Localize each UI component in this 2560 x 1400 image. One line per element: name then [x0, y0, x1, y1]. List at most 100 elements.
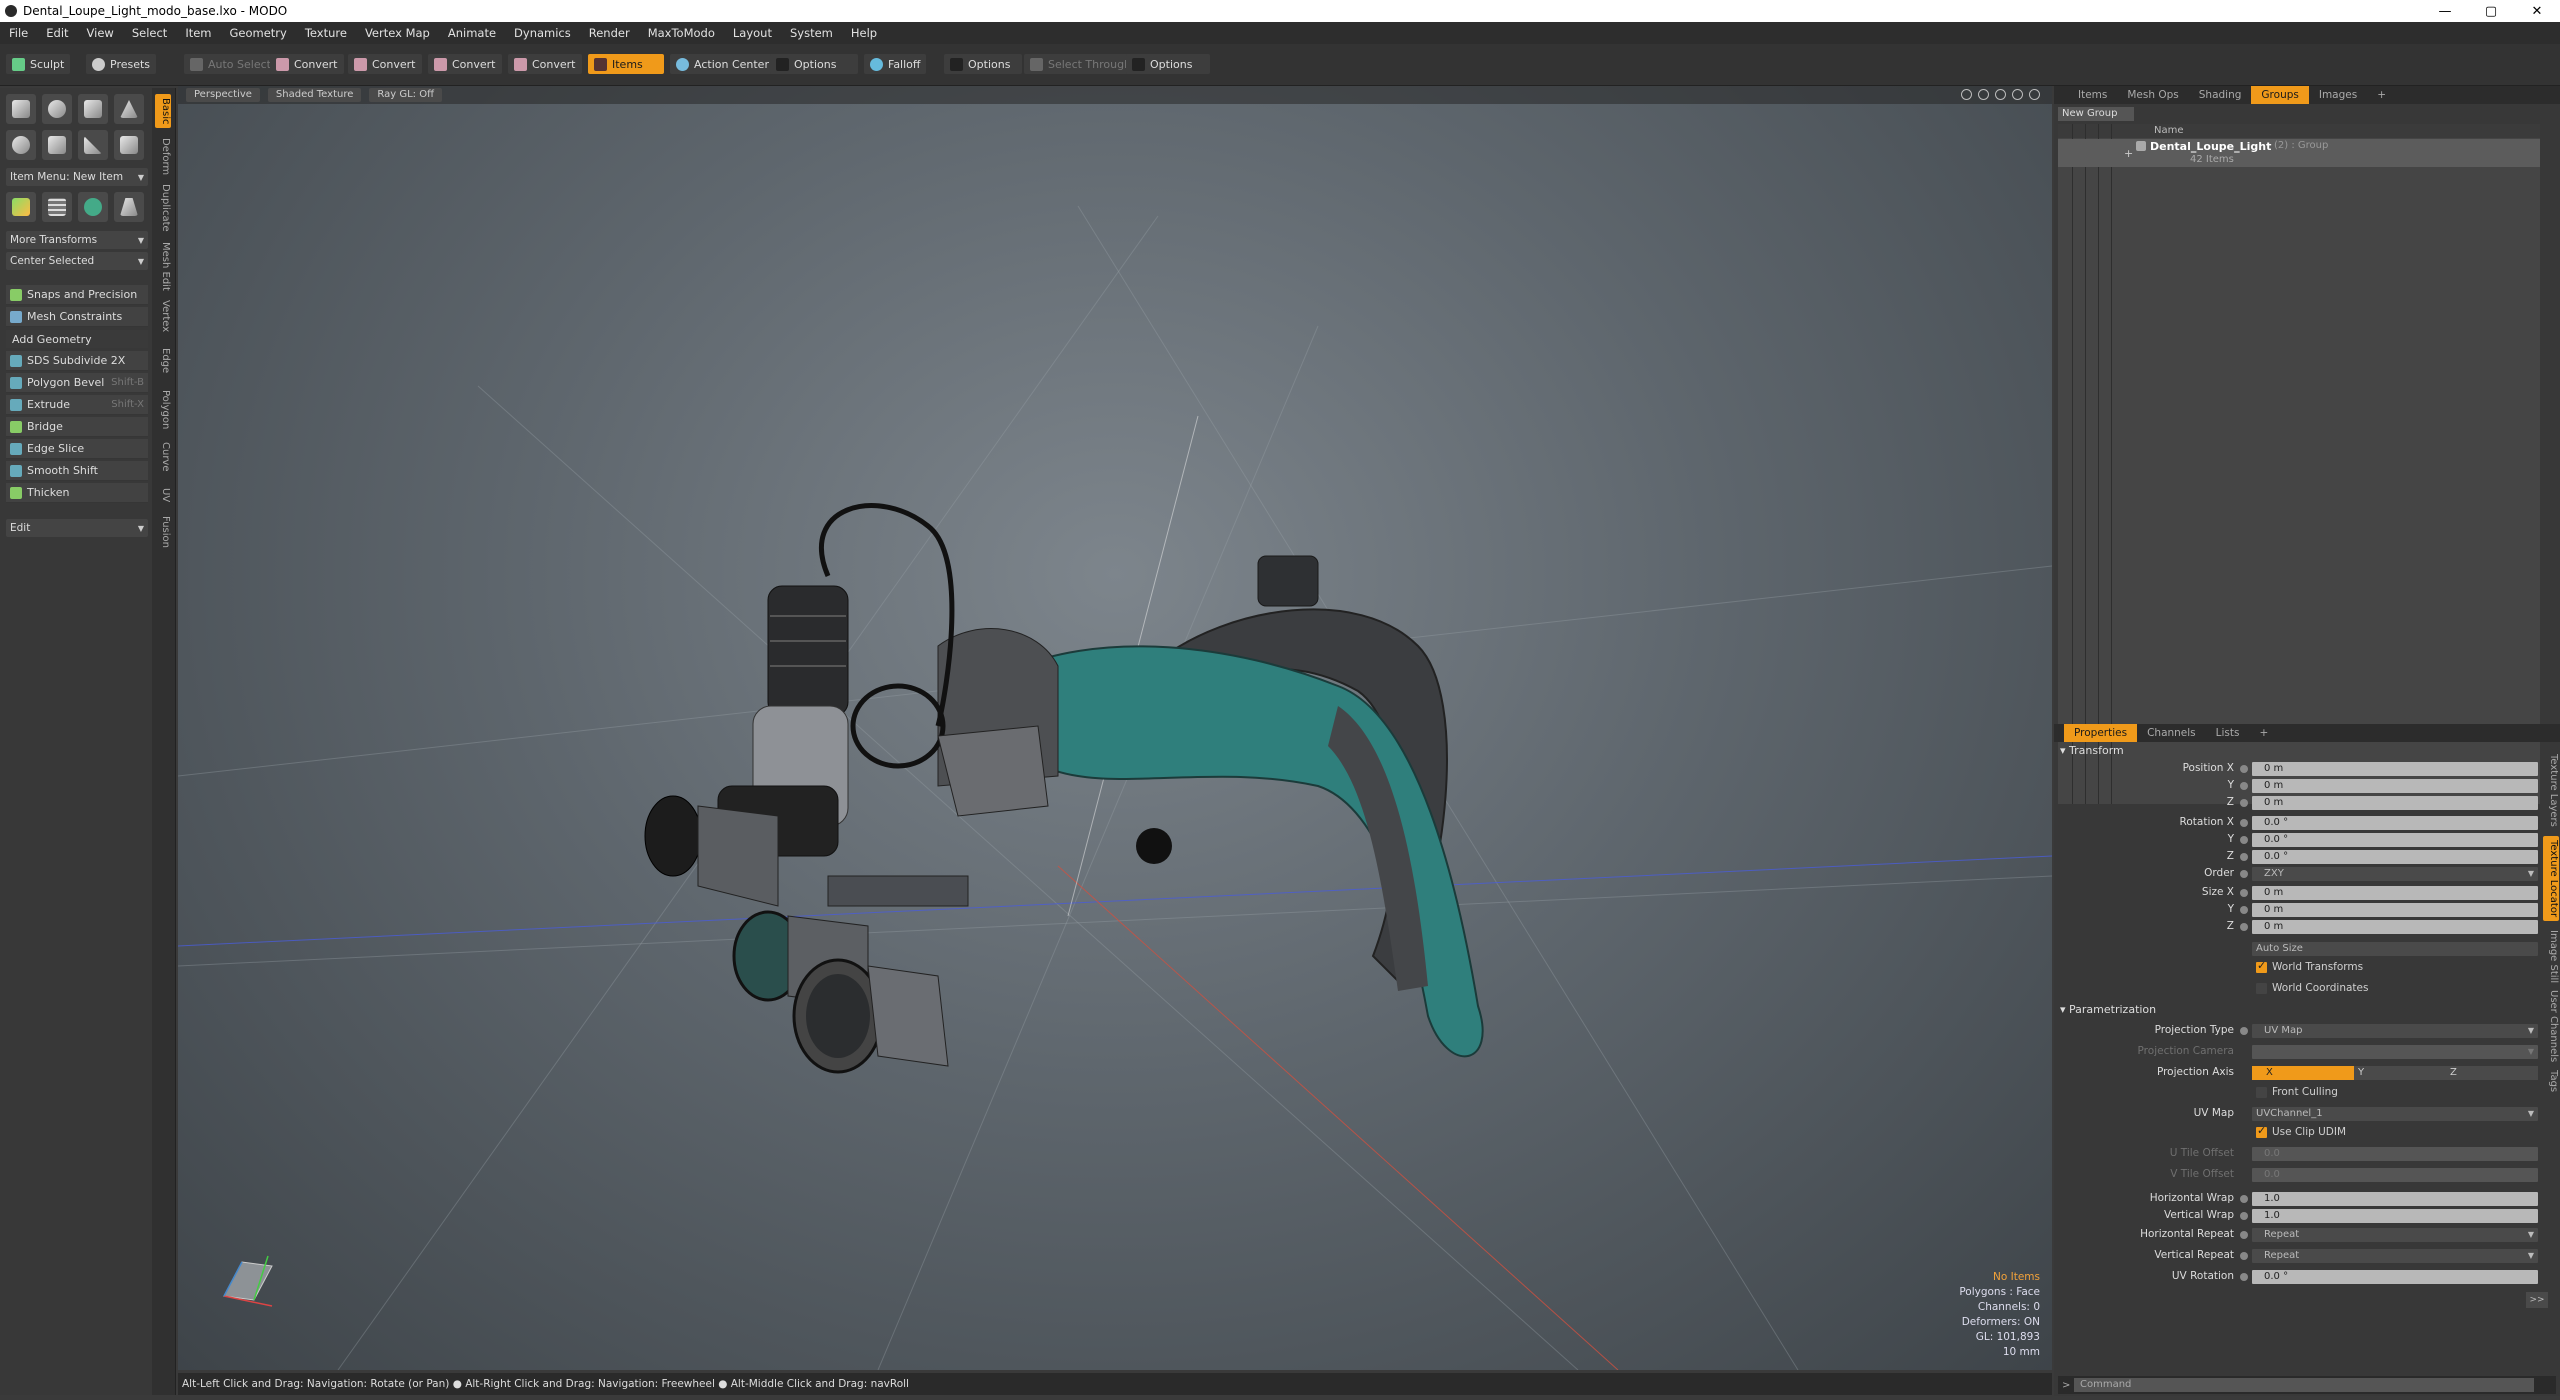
auto-size-button[interactable]: Auto Size — [2252, 942, 2538, 956]
sculpt-button[interactable]: Sculpt — [6, 54, 71, 74]
tab-mesh-ops[interactable]: Mesh Ops — [2117, 86, 2188, 104]
falloff-button[interactable]: Falloff — [864, 54, 927, 74]
capsule-tool-button[interactable] — [42, 130, 72, 160]
tab-uv[interactable]: UV — [155, 484, 171, 506]
expand-icon[interactable]: + — [2124, 147, 2133, 160]
sphere-tool-button[interactable] — [42, 94, 72, 124]
cylinder-tool-button[interactable] — [78, 94, 108, 124]
center-selected-dropdown[interactable]: Center Selected ▼ — [6, 252, 148, 270]
menu-file[interactable]: File — [0, 26, 37, 40]
convert-button-4[interactable]: Convert — [508, 54, 582, 74]
tab-shading[interactable]: Shading — [2189, 86, 2252, 104]
close-button[interactable]: ✕ — [2514, 4, 2560, 19]
tab-fusion[interactable]: Fusion — [155, 512, 171, 552]
menu-texture[interactable]: Texture — [296, 26, 356, 40]
horizontal-repeat-dropdown[interactable]: Repeat ▼ — [2240, 1228, 2538, 1242]
parametrization-section[interactable]: ▾ Parametrization — [2060, 1003, 2156, 1016]
3d-viewport[interactable]: Perspective Shaded Texture Ray GL: Off N… — [178, 86, 2052, 1370]
item-menu-dropdown[interactable]: Item Menu: New Item ▼ — [6, 168, 148, 186]
rotation-x-field[interactable]: 0.0 ° — [2240, 816, 2538, 830]
menu-edit[interactable]: Edit — [37, 26, 77, 40]
add-geometry-section[interactable]: Add Geometry — [6, 330, 148, 348]
transform-tool-button[interactable] — [6, 192, 36, 222]
perspective-tool-button[interactable] — [114, 192, 144, 222]
torus-tool-button[interactable] — [6, 130, 36, 160]
command-input[interactable]: Command — [2074, 1378, 2534, 1392]
axis-z-option[interactable]: Z — [2446, 1066, 2538, 1080]
vertical-repeat-dropdown[interactable]: Repeat ▼ — [2240, 1249, 2538, 1263]
tab-basic[interactable]: Basic — [155, 94, 171, 129]
tab-items[interactable]: Items — [2068, 86, 2117, 104]
options-button-3[interactable]: Options — [1126, 54, 1210, 74]
tab-deform[interactable]: Deform — [155, 134, 171, 179]
thicken-button[interactable]: Thicken — [6, 483, 148, 503]
tab-texture-layers[interactable]: Texture Layers — [2543, 750, 2559, 831]
smooth-shift-button[interactable]: Smooth Shift — [6, 461, 148, 481]
tab-mesh-edit[interactable]: Mesh Edit — [155, 238, 171, 295]
menu-vertex-map[interactable]: Vertex Map — [356, 26, 439, 40]
bridge-button[interactable]: Bridge — [6, 417, 148, 437]
projection-type-dropdown[interactable]: UV Map ▼ — [2240, 1024, 2538, 1038]
wedge-tool-button[interactable] — [78, 130, 108, 160]
group-row[interactable]: + Dental_Loupe_Light (2) : Group 42 Item… — [2058, 139, 2540, 167]
cube-tool-button[interactable] — [6, 94, 36, 124]
position-z-field[interactable]: 0 m — [2240, 796, 2538, 810]
menu-layout[interactable]: Layout — [724, 26, 781, 40]
projection-camera-dropdown[interactable]: ▼ — [2252, 1045, 2538, 1059]
menu-render[interactable]: Render — [580, 26, 639, 40]
menu-dynamics[interactable]: Dynamics — [505, 26, 580, 40]
add-tab-button[interactable]: + — [2367, 86, 2396, 104]
select-through-button[interactable]: Select Through — [1024, 54, 1138, 74]
tab-polygon[interactable]: Polygon — [155, 386, 171, 433]
vertical-wrap-field[interactable]: 1.0 — [2240, 1209, 2538, 1223]
position-y-field[interactable]: 0 m — [2240, 779, 2538, 793]
tab-images[interactable]: Images — [2309, 86, 2367, 104]
maximize-button[interactable]: ▢ — [2468, 4, 2514, 19]
u-tile-offset-field[interactable]: 0.0 — [2252, 1147, 2538, 1161]
order-dropdown[interactable]: ZXY ▼ — [2240, 867, 2538, 881]
mesh-constraints-button[interactable]: Mesh Constraints — [6, 307, 148, 327]
tab-vertex[interactable]: Vertex — [155, 296, 171, 336]
more-transforms-dropdown[interactable]: More Transforms ▼ — [6, 231, 148, 249]
options-button-1[interactable]: Options — [770, 54, 858, 74]
v-tile-offset-field[interactable]: 0.0 — [2252, 1168, 2538, 1182]
globe-tool-button[interactable] — [78, 192, 108, 222]
snaps-precision-button[interactable]: Snaps and Precision — [6, 285, 148, 305]
presets-button[interactable]: Presets — [86, 54, 157, 74]
tab-texture-locator[interactable]: Texture Locator — [2543, 836, 2559, 922]
name-column-header[interactable]: Name — [2154, 125, 2184, 136]
rotation-y-field[interactable]: 0.0 ° — [2240, 833, 2538, 847]
convert-button-2[interactable]: Convert — [348, 54, 422, 74]
menu-item[interactable]: Item — [176, 26, 220, 40]
polygon-bevel-button[interactable]: Polygon Bevel Shift-B — [6, 373, 148, 393]
size-x-field[interactable]: 0 m — [2240, 886, 2538, 900]
world-transforms-checkbox[interactable] — [2256, 959, 2267, 973]
sds-subdivide-button[interactable]: SDS Subdivide 2X — [6, 351, 148, 371]
items-mode-button[interactable]: Items — [588, 54, 664, 74]
world-coordinates-checkbox[interactable] — [2256, 983, 2267, 994]
axis-y-option[interactable]: Y — [2354, 1066, 2446, 1080]
tab-groups[interactable]: Groups — [2251, 86, 2309, 104]
convert-button-1[interactable]: Convert — [270, 54, 344, 74]
horizontal-wrap-field[interactable]: 1.0 — [2240, 1192, 2538, 1206]
use-clip-udim-checkbox[interactable] — [2256, 1124, 2267, 1138]
menu-system[interactable]: System — [781, 26, 842, 40]
tab-image-still[interactable]: Image Still — [2543, 926, 2559, 987]
menu-geometry[interactable]: Geometry — [221, 26, 296, 40]
front-culling-checkbox[interactable] — [2256, 1087, 2267, 1098]
uv-rotation-field[interactable]: 0.0 ° — [2240, 1270, 2538, 1284]
tab-curve[interactable]: Curve — [155, 438, 171, 476]
grid-tool-button[interactable] — [42, 192, 72, 222]
edit-dropdown[interactable]: Edit ▼ — [6, 519, 148, 537]
options-button-2[interactable]: Options — [944, 54, 1022, 74]
auto-select-button[interactable]: Auto Select — [184, 54, 277, 74]
menu-maxtomodo[interactable]: MaxToModo — [639, 26, 724, 40]
transform-section[interactable]: ▾ Transform — [2060, 744, 2124, 757]
size-z-field[interactable]: 0 m — [2240, 920, 2538, 934]
menu-select[interactable]: Select — [123, 26, 176, 40]
menu-animate[interactable]: Animate — [439, 26, 505, 40]
menu-help[interactable]: Help — [842, 26, 886, 40]
tab-duplicate[interactable]: Duplicate — [155, 180, 171, 236]
cone-tool-button[interactable] — [114, 94, 144, 124]
size-y-field[interactable]: 0 m — [2240, 903, 2538, 917]
